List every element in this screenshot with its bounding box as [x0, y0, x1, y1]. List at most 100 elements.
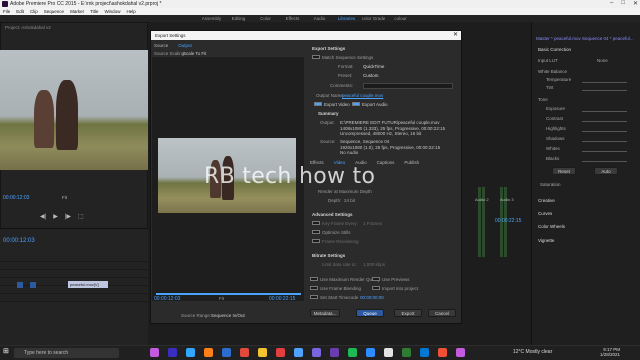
- app-taskbar-icon[interactable]: [420, 348, 429, 357]
- weather-widget[interactable]: 12°C Mostly clear: [513, 349, 552, 355]
- word-taskbar-icon[interactable]: [222, 348, 231, 357]
- reset-button[interactable]: Reset: [552, 167, 576, 175]
- key-frame-checkbox[interactable]: [312, 221, 320, 225]
- export-video-checkbox[interactable]: [314, 102, 322, 106]
- menu-window[interactable]: Window: [104, 8, 120, 15]
- track-row[interactable]: [0, 295, 148, 302]
- blacks-slider[interactable]: [582, 161, 627, 162]
- panel-tab[interactable]: Project: Ashokdahal v2: [5, 25, 51, 30]
- tab-output[interactable]: Output: [178, 43, 192, 48]
- viber-taskbar-icon[interactable]: [312, 348, 321, 357]
- app-taskbar-icon[interactable]: [366, 348, 375, 357]
- input-lut-dropdown[interactable]: None: [597, 58, 608, 63]
- workspace-color-grade[interactable]: color Grade: [360, 15, 387, 22]
- app-taskbar-icon[interactable]: [456, 348, 465, 357]
- workspace-colour[interactable]: colour: [387, 15, 414, 22]
- taskbar-search-input[interactable]: Type here to search: [14, 348, 119, 358]
- photoshop-taskbar-icon[interactable]: [186, 348, 195, 357]
- track-row[interactable]: [0, 255, 148, 262]
- frame-reordering-checkbox[interactable]: [312, 239, 320, 243]
- optimize-stills-checkbox[interactable]: [312, 230, 320, 234]
- export-button[interactable]: Export: [394, 309, 422, 317]
- use-max-render-checkbox[interactable]: [310, 277, 318, 281]
- clock[interactable]: 9:17 PM 1/28/2021: [600, 347, 620, 357]
- temperature-slider[interactable]: [582, 82, 627, 83]
- queue-button[interactable]: Queue: [356, 309, 384, 317]
- app-taskbar-icon[interactable]: [348, 348, 357, 357]
- render-max-depth-label[interactable]: Render at Maximum Depth: [318, 189, 372, 194]
- range-bar[interactable]: [156, 293, 301, 295]
- step-forward-icon[interactable]: |▶: [65, 213, 71, 220]
- output-name-link[interactable]: peaceful couple.mov: [342, 93, 383, 98]
- section-basic-correction[interactable]: Basic Correction: [538, 47, 571, 52]
- windows-start-icon[interactable]: ⊞: [3, 348, 11, 356]
- lumetri-header[interactable]: Master * peaceful.mov Sequence 04 * peac…: [536, 36, 634, 41]
- timeline-clip[interactable]: peaceful.mov[V]: [68, 281, 108, 288]
- track-row[interactable]: [0, 263, 148, 270]
- whites-slider[interactable]: [582, 151, 627, 152]
- menu-edit[interactable]: Edit: [16, 8, 24, 15]
- cancel-button[interactable]: Cancel: [428, 309, 456, 317]
- app-taskbar-icon[interactable]: [438, 348, 447, 357]
- tab-publish[interactable]: Publish: [404, 160, 419, 165]
- track-target-icon[interactable]: [30, 282, 36, 288]
- chrome-taskbar-icon[interactable]: [240, 348, 249, 357]
- fit-dropdown[interactable]: Fit: [62, 195, 67, 200]
- preset-dropdown[interactable]: Custom: [363, 73, 379, 78]
- workspace-editing[interactable]: Editing: [225, 15, 252, 22]
- workspace-effects[interactable]: Effects: [279, 15, 306, 22]
- play-icon[interactable]: ▶: [53, 213, 58, 220]
- tab-captions[interactable]: Captions: [377, 160, 395, 165]
- app-taskbar-icon[interactable]: [384, 348, 393, 357]
- dialog-close-icon[interactable]: ✕: [453, 31, 458, 40]
- section-curves[interactable]: Curves: [538, 211, 552, 216]
- menu-clip[interactable]: Clip: [30, 8, 38, 15]
- menu-help[interactable]: Help: [126, 8, 135, 15]
- exposure-slider[interactable]: [582, 111, 627, 112]
- app-taskbar-icon[interactable]: [402, 348, 411, 357]
- match-sequence-checkbox[interactable]: [312, 55, 320, 59]
- illustrator-taskbar-icon[interactable]: [204, 348, 213, 357]
- export-audio-checkbox[interactable]: [352, 102, 360, 106]
- menu-title[interactable]: Title: [90, 8, 98, 15]
- minimize-icon[interactable]: –: [610, 0, 613, 8]
- use-previews-checkbox[interactable]: [372, 277, 380, 281]
- track-target-icon[interactable]: [17, 282, 23, 288]
- highlights-slider[interactable]: [582, 131, 627, 132]
- timeline-timecode[interactable]: 00:00:12:03: [3, 238, 35, 244]
- start-timecode-value[interactable]: 00:00:00:00: [360, 295, 384, 300]
- step-back-icon[interactable]: ◀|: [40, 213, 46, 220]
- section-creative[interactable]: Creative: [538, 198, 555, 203]
- metadata-button[interactable]: Metadata...: [310, 309, 340, 317]
- workspace-assembly[interactable]: Assembly: [198, 15, 225, 22]
- premiere-taskbar-icon[interactable]: [150, 348, 159, 357]
- folder-taskbar-icon[interactable]: [258, 348, 267, 357]
- close-icon[interactable]: ✕: [633, 0, 638, 8]
- format-dropdown[interactable]: QuickTime: [363, 64, 384, 69]
- workspace-libraries[interactable]: Libraries: [333, 15, 360, 22]
- app-taskbar-icon[interactable]: [330, 348, 339, 357]
- menu-marker[interactable]: Marker: [70, 8, 84, 15]
- section-vignette[interactable]: Vignette: [538, 238, 554, 243]
- shadows-slider[interactable]: [582, 141, 627, 142]
- import-into-project-checkbox[interactable]: [372, 286, 380, 290]
- menu-file[interactable]: File: [3, 8, 10, 15]
- menu-sequence[interactable]: Sequence: [44, 8, 64, 15]
- track-row[interactable]: [0, 271, 148, 278]
- timecode-in[interactable]: 00:00:12:03: [154, 296, 180, 302]
- source-scaling-dropdown[interactable]: Scale To Fit: [183, 51, 206, 56]
- maximize-icon[interactable]: □: [621, 0, 625, 8]
- comments-input[interactable]: [363, 83, 453, 89]
- tab-source[interactable]: Source: [154, 43, 168, 48]
- use-frame-blending-checkbox[interactable]: [310, 286, 318, 290]
- section-color-wheels[interactable]: Color Wheels: [538, 224, 565, 229]
- contrast-slider[interactable]: [582, 121, 627, 122]
- fit-dropdown[interactable]: Fit: [219, 296, 224, 301]
- source-range-dropdown[interactable]: Sequence In/Out: [211, 313, 245, 318]
- auto-button[interactable]: Auto: [594, 167, 618, 175]
- export-frame-icon[interactable]: ⬚: [78, 213, 84, 220]
- track-row[interactable]: [0, 287, 148, 294]
- after-effects-taskbar-icon[interactable]: [168, 348, 177, 357]
- workspace-color[interactable]: Color: [252, 15, 279, 22]
- tint-slider[interactable]: [582, 90, 627, 91]
